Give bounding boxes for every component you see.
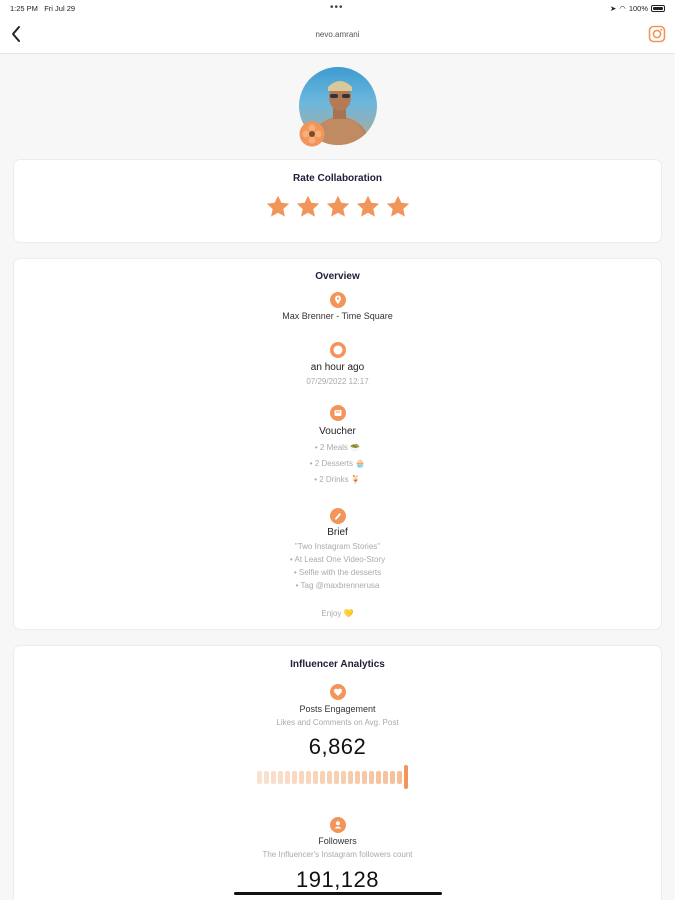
engagement-bar-segment [292, 770, 297, 784]
location-name: Max Brenner - Time Square [282, 311, 393, 321]
star-icon[interactable] [265, 194, 291, 220]
engagement-title: Posts Engagement [299, 704, 376, 714]
brief-line: • Selfie with the desserts [293, 568, 382, 577]
star-icon[interactable] [355, 194, 381, 220]
brief-title: Brief [327, 527, 348, 538]
engagement-bar-segment [264, 770, 269, 784]
engagement-bar-segment [348, 770, 353, 784]
rate-title: Rate Collaboration [293, 173, 382, 184]
voucher-title: Voucher [319, 426, 356, 437]
star-icon[interactable] [325, 194, 351, 220]
flower-badge-icon [299, 121, 325, 147]
location-arrow-icon: ➤ [609, 4, 617, 13]
star-icon[interactable] [295, 194, 321, 220]
engagement-bar-segment [257, 770, 262, 784]
engagement-bar-segment [271, 770, 276, 784]
engagement-bar-segment [278, 770, 283, 784]
engagement-value: 6,862 [308, 734, 367, 759]
instagram-icon[interactable] [648, 25, 666, 43]
brief-icon [330, 508, 346, 524]
brief-line: • Tag @maxbrennerusa [295, 581, 380, 590]
engagement-bar-segment [341, 770, 346, 784]
engagement-bar [257, 765, 408, 789]
followers-value: 191,128 [295, 867, 380, 892]
status-time: 1:25 PM Fri Jul 29 [10, 4, 76, 13]
star-icon[interactable] [385, 194, 411, 220]
heart-icon [330, 684, 346, 700]
voucher-icon [330, 405, 346, 421]
engagement-bar-segment [285, 770, 290, 784]
timestamp: 07/29/2022 12:17 [306, 377, 369, 386]
rate-collaboration-card: Rate Collaboration [13, 159, 662, 243]
engagement-bar-segment [404, 765, 408, 789]
multitask-dots-icon[interactable]: ••• [330, 2, 344, 13]
voucher-item: • 2 Drinks 🍹 [314, 475, 361, 484]
analytics-title: Influencer Analytics [290, 659, 385, 670]
engagement-bar-segment [390, 770, 395, 784]
followers-title: Followers [318, 836, 357, 846]
page-title: nevo.amrani [315, 30, 360, 39]
brief-line: • At Least One Video-Story [289, 555, 386, 564]
star-rating[interactable] [14, 194, 661, 220]
battery-icon [651, 5, 665, 12]
influencer-analytics-card: Influencer Analytics Posts Engagement Li… [13, 645, 662, 900]
engagement-bar-segment [327, 770, 332, 784]
brief-line: "Two Instagram Stories" [294, 542, 381, 551]
wifi-icon: ◠ [619, 4, 626, 13]
overview-title: Overview [315, 271, 360, 282]
voucher-item: • 2 Desserts 🧁 [309, 459, 366, 468]
location-pin-icon [330, 292, 346, 308]
engagement-bar-segment [306, 770, 311, 784]
voucher-item: • 2 Meals 🥗 [314, 443, 361, 452]
engagement-bar-segment [383, 770, 388, 784]
engagement-bar-segment [397, 770, 402, 784]
engagement-bar-segment [299, 770, 304, 784]
top-nav-bar: nevo.amrani [0, 16, 675, 54]
home-indicator[interactable] [234, 892, 442, 895]
brief-signoff: Enjoy 💛 [321, 609, 354, 618]
engagement-bar-segment [369, 770, 374, 784]
engagement-bar-segment [376, 770, 381, 784]
battery-percent: 100% [628, 4, 648, 13]
time-ago: an hour ago [310, 362, 365, 373]
engagement-bar-segment [313, 770, 318, 784]
followers-icon [330, 817, 346, 833]
engagement-bar-segment [362, 770, 367, 784]
clock-icon [330, 342, 346, 358]
overview-card: Overview Max Brenner - Time Square an ho… [13, 258, 662, 630]
followers-subtitle: The Influencer's Instagram followers cou… [262, 850, 413, 859]
status-bar: 1:25 PM Fri Jul 29 ••• ➤ ◠ 100% [0, 0, 675, 16]
engagement-bar-segment [334, 770, 339, 784]
engagement-bar-segment [320, 770, 325, 784]
engagement-subtitle: Likes and Comments on Avg. Post [276, 718, 399, 727]
engagement-bar-segment [355, 770, 360, 784]
status-right: ➤ ◠ 100% [610, 4, 665, 13]
